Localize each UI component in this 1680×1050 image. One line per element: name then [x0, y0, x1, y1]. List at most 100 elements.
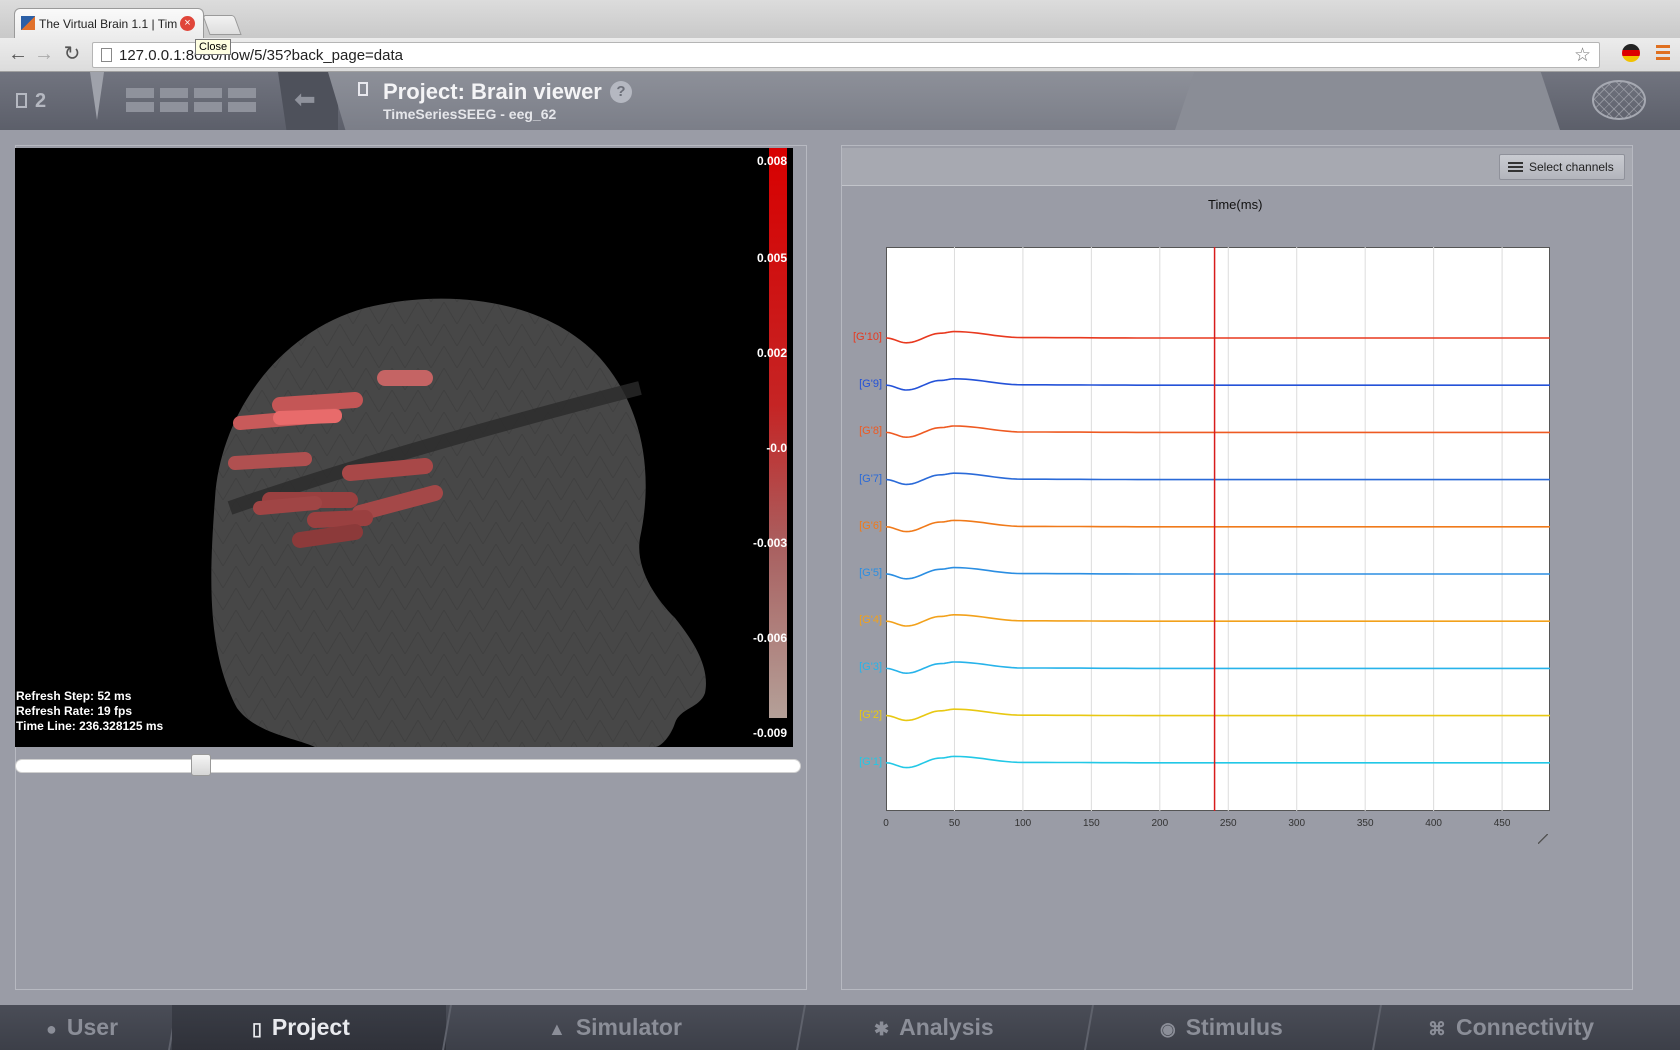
x-tick-label: 200 — [1151, 818, 1169, 829]
location-pin-icon: ◉ — [1160, 1019, 1176, 1039]
series-line — [886, 519, 1550, 533]
browser-tab-strip — [0, 0, 1680, 38]
resize-handle-icon[interactable] — [1538, 834, 1548, 844]
nav-stimulus-label: Stimulus — [1185, 1014, 1283, 1040]
channel-label: [G'8] — [859, 425, 882, 438]
electrode — [342, 458, 433, 481]
browser-menu-icon[interactable] — [1656, 45, 1670, 61]
layout-buttons[interactable] — [126, 88, 260, 116]
nav-separator — [796, 1005, 806, 1050]
layout-block-icon — [126, 88, 154, 98]
new-tab-button[interactable] — [202, 15, 242, 35]
colorbar-label: -0.0 — [766, 441, 787, 455]
help-icon[interactable]: ? — [610, 81, 632, 103]
page-icon — [101, 48, 112, 62]
timeseries-plot-svg[interactable] — [886, 247, 1550, 811]
x-tick-label: 350 — [1356, 818, 1374, 829]
reload-icon[interactable]: ↻ — [60, 42, 84, 66]
series-line — [886, 330, 1550, 344]
channel-label: [G'5] — [859, 567, 882, 579]
bottom-navigation: ● User ▯ Project ▲ Simulator ✱ Analysis ◉ Sti… — [0, 1005, 1680, 1050]
layout-block-icon — [160, 102, 188, 112]
electrode — [273, 409, 342, 425]
address-bar[interactable]: 127.0.0.1:8080/flow/5/35?back_page=data … — [92, 42, 1600, 68]
x-tick-label: 150 — [1083, 818, 1100, 829]
nav-stimulus[interactable]: ◉ Stimulus — [1160, 1005, 1283, 1050]
colorbar-label: -0.009 — [752, 726, 787, 740]
connectivity-icon: ⌘ — [1428, 1019, 1446, 1039]
layout-block-icon — [228, 102, 256, 112]
series-line — [886, 472, 1550, 486]
page-subtitle: TimeSeriesSEEG - eeg_62 — [383, 106, 557, 122]
series-line — [886, 661, 1550, 675]
x-tick-label: 0 — [883, 818, 889, 829]
channel-label: [G'6] — [859, 519, 882, 532]
brain-logo-icon[interactable] — [1592, 80, 1646, 120]
colorbar-label: -0.006 — [752, 631, 787, 645]
time-slider[interactable] — [15, 759, 801, 773]
tab-close-icon[interactable]: × — [180, 16, 195, 31]
electrode — [272, 392, 363, 413]
url-text[interactable]: 127.0.0.1:8080/flow/5/35?back_page=data — [119, 47, 403, 64]
back-icon[interactable]: ← — [6, 42, 30, 66]
time-slider-handle[interactable] — [191, 754, 212, 776]
time-axis-title: Time(ms) — [1208, 197, 1263, 212]
layout-block-icon — [160, 88, 188, 98]
electrode — [307, 510, 373, 528]
channel-label: [G'2] — [859, 708, 882, 721]
channel-label: [G'7] — [859, 472, 882, 485]
channel-label: [G'1] — [859, 755, 882, 768]
channel-label: [G'4] — [859, 614, 882, 627]
x-tick-label: 250 — [1219, 818, 1237, 829]
head-mesh-texture — [211, 298, 706, 747]
select-channels-button[interactable]: Select channels — [1499, 154, 1625, 180]
head-3d-canvas[interactable] — [15, 148, 793, 747]
x-tick-label: 100 — [1014, 818, 1032, 829]
x-tick-label: 450 — [1493, 818, 1511, 829]
title-document-icon — [358, 82, 368, 96]
project-count-value: 2 — [35, 90, 47, 112]
series-line — [886, 614, 1550, 627]
back-arrow-icon[interactable]: ⬅ — [294, 84, 316, 115]
layout-block-icon — [194, 88, 222, 98]
nav-project[interactable]: ▯ Project — [172, 1005, 446, 1050]
project-count[interactable]: 2 — [16, 90, 46, 113]
nav-separator — [1372, 1005, 1382, 1050]
nav-simulator-label: Simulator — [575, 1014, 682, 1040]
tvb-favicon-icon — [21, 16, 35, 30]
channel-label: [G'9] — [859, 378, 882, 391]
colorbar-label: 0.002 — [756, 346, 787, 360]
series-line — [886, 566, 1550, 580]
time-line-text: Time Line: 236.328125 ms — [16, 719, 164, 733]
nav-user-label: User — [66, 1014, 119, 1040]
bookmark-star-icon[interactable]: ☆ — [1574, 44, 1591, 67]
gear-icon: ✱ — [874, 1019, 890, 1039]
series-line — [886, 755, 1550, 769]
flask-icon: ▲ — [548, 1019, 566, 1039]
browser-toolbar: ← → ↻ 127.0.0.1:8080/flow/5/35?back_page… — [0, 38, 1680, 72]
tab-title: The Virtual Brain 1.1 | Tim — [39, 17, 178, 31]
colorbar-label: 0.008 — [756, 154, 787, 168]
select-channels-label: Select channels — [1529, 160, 1614, 174]
series-line — [886, 378, 1550, 391]
layout-block-icon — [194, 102, 222, 112]
layout-block-icon — [228, 88, 256, 98]
nav-simulator[interactable]: ▲ Simulator — [548, 1005, 682, 1050]
menu-toggle-wedge[interactable] — [90, 72, 104, 120]
nav-project-label: Project — [271, 1014, 350, 1040]
nav-user[interactable]: ● User — [46, 1005, 118, 1050]
nav-analysis[interactable]: ✱ Analysis — [874, 1005, 994, 1050]
electrode — [292, 524, 363, 548]
head-model — [211, 298, 706, 747]
nav-connectivity[interactable]: ⌘ Connectivity — [1428, 1005, 1594, 1050]
page-title: Project: Brain viewer — [383, 79, 602, 104]
x-tick-label: 300 — [1288, 818, 1306, 829]
series-line — [886, 425, 1550, 439]
channel-label: [G'3] — [859, 661, 882, 674]
document-icon: ▯ — [252, 1019, 262, 1039]
browser-tab[interactable]: The Virtual Brain 1.1 | Tim × — [14, 8, 204, 38]
series-line — [886, 708, 1550, 722]
forward-icon[interactable]: → — [32, 42, 56, 66]
language-flag-icon[interactable] — [1622, 44, 1640, 62]
app-header: 2 ⬅ Project: Brain viewer ? TimeSeriesSE… — [0, 72, 1680, 130]
